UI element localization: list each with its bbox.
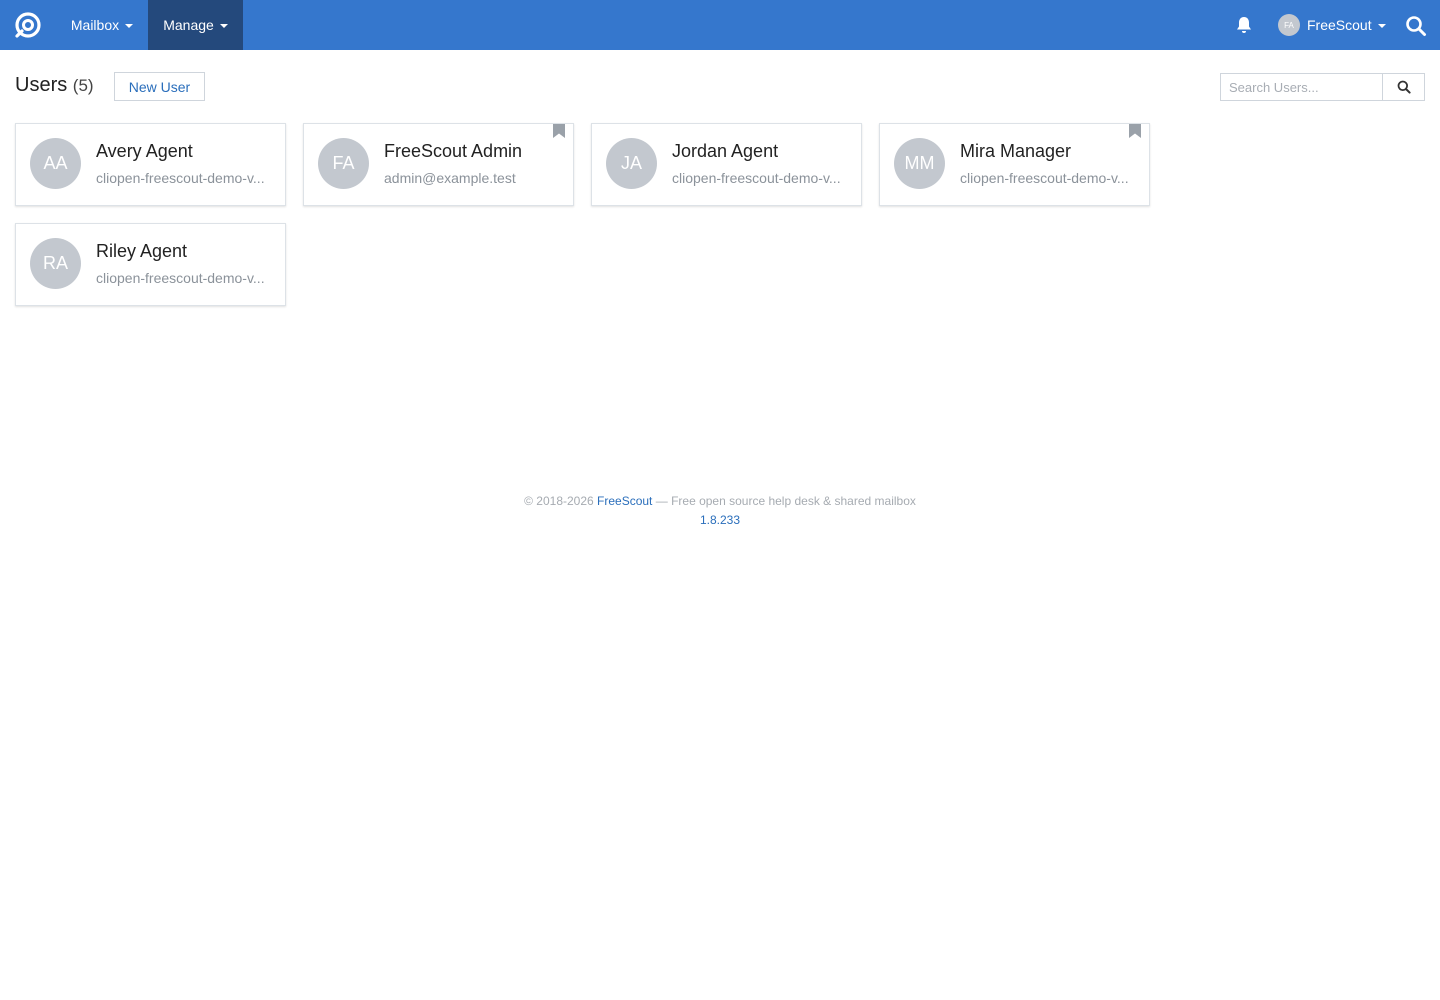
user-email: cliopen-freescout-demo-v... xyxy=(96,170,265,186)
caret-down-icon xyxy=(125,24,134,28)
page-title-text: Users xyxy=(15,74,68,96)
footer-tagline: — Free open source help desk & shared ma… xyxy=(655,494,916,508)
new-user-button[interactable]: New User xyxy=(114,72,205,101)
footer-copyright: © 2018-2026 xyxy=(524,494,594,508)
search-icon[interactable] xyxy=(1405,15,1427,37)
user-card[interactable]: RA Riley Agent cliopen-freescout-demo-v.… xyxy=(15,223,286,306)
user-name: Jordan Agent xyxy=(672,141,779,161)
user-email: cliopen-freescout-demo-v... xyxy=(672,170,841,186)
user-email: cliopen-freescout-demo-v... xyxy=(960,170,1129,186)
user-avatar: FA xyxy=(1278,14,1300,36)
avatar: AA xyxy=(30,138,81,189)
notifications-bell-icon[interactable] xyxy=(1234,15,1254,35)
avatar: JA xyxy=(606,138,657,189)
users-count: (5) xyxy=(72,76,94,95)
page-title: Users (5) xyxy=(15,74,94,97)
user-card[interactable]: JA Jordan Agent cliopen-freescout-demo-v… xyxy=(591,123,862,206)
search-users-input[interactable] xyxy=(1220,73,1382,101)
caret-down-icon xyxy=(1377,24,1386,28)
user-card[interactable]: FA FreeScout Admin admin@example.test xyxy=(303,123,574,206)
footer-line: © 2018-2026 FreeScout — Free open source… xyxy=(0,492,1440,511)
top-navbar: Mailbox Manage FA FreeScout xyxy=(0,0,1440,50)
bookmark-icon xyxy=(553,124,565,138)
nav-mailbox-label: Mailbox xyxy=(70,17,120,33)
footer: © 2018-2026 FreeScout — Free open source… xyxy=(0,492,1440,530)
caret-down-icon xyxy=(219,24,228,28)
user-name: Riley Agent xyxy=(96,241,188,261)
nav-manage-label: Manage xyxy=(163,17,214,33)
search-users-button[interactable] xyxy=(1382,73,1425,101)
user-menu-label: FreeScout xyxy=(1307,17,1372,33)
user-name: Mira Manager xyxy=(960,141,1072,161)
user-name: FreeScout Admin xyxy=(384,141,523,161)
avatar: RA xyxy=(30,238,81,289)
user-email: admin@example.test xyxy=(384,170,516,186)
user-email: cliopen-freescout-demo-v... xyxy=(96,270,265,286)
freescout-logo-icon[interactable] xyxy=(14,11,42,39)
footer-brand-link[interactable]: FreeScout xyxy=(597,494,652,508)
user-menu-dropdown[interactable]: FA FreeScout xyxy=(1276,0,1386,50)
user-card[interactable]: MM Mira Manager cliopen-freescout-demo-v… xyxy=(879,123,1150,206)
search-users-form xyxy=(1220,73,1425,101)
user-card[interactable]: AA Avery Agent cliopen-freescout-demo-v.… xyxy=(15,123,286,206)
bookmark-icon xyxy=(1129,124,1141,138)
footer-version-link[interactable]: 1.8.233 xyxy=(700,513,740,527)
nav-manage-dropdown[interactable]: Manage xyxy=(148,0,243,50)
nav-mailbox-dropdown[interactable]: Mailbox xyxy=(56,0,148,50)
user-name: Avery Agent xyxy=(96,141,193,161)
avatar: MM xyxy=(894,138,945,189)
avatar: FA xyxy=(318,138,369,189)
search-icon xyxy=(1397,80,1411,94)
